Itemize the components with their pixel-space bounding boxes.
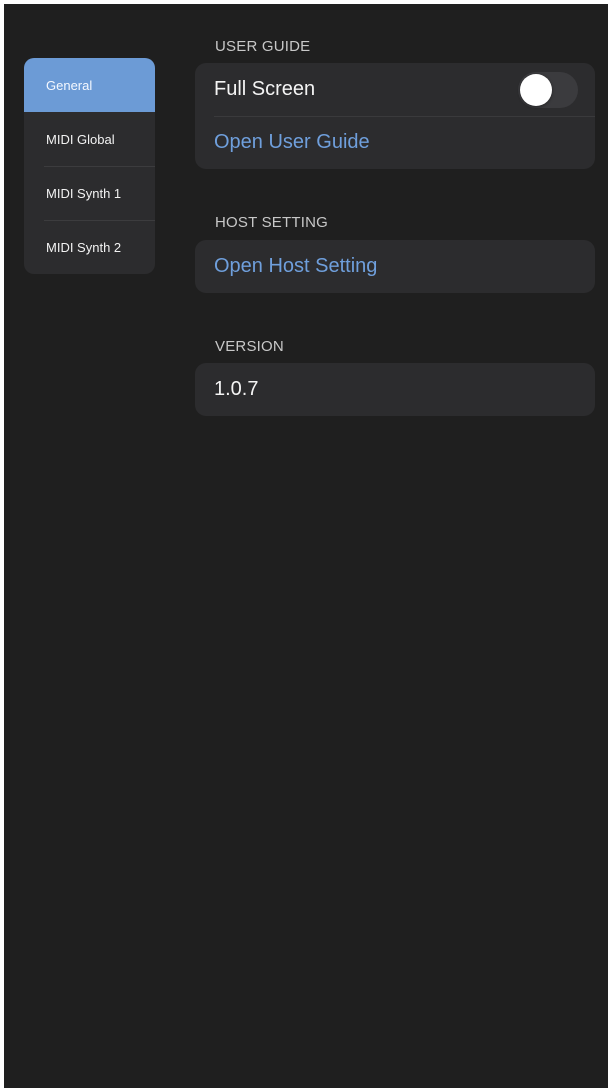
host-setting-group: Open Host Setting bbox=[195, 240, 595, 293]
version-group: 1.0.7 bbox=[195, 363, 595, 416]
full-screen-label: Full Screen bbox=[214, 78, 316, 100]
user-guide-header: USER GUIDE bbox=[215, 38, 311, 55]
open-host-setting-link[interactable]: Open Host Setting bbox=[214, 255, 578, 278]
open-user-guide-link[interactable]: Open User Guide bbox=[214, 131, 578, 154]
sidebar-item-label: General bbox=[46, 77, 93, 93]
full-screen-row: Full Screen bbox=[195, 63, 595, 116]
sidebar-item-label: MIDI Global bbox=[46, 131, 115, 147]
sidebar: General MIDI Global MIDI Synth 1 MIDI Sy… bbox=[24, 58, 155, 274]
toggle-knob bbox=[520, 73, 552, 106]
sidebar-item-midi-synth-2[interactable]: MIDI Synth 2 bbox=[24, 220, 155, 274]
version-header: VERSION bbox=[215, 338, 284, 355]
version-row: 1.0.7 bbox=[195, 363, 595, 416]
settings-screen: General MIDI Global MIDI Synth 1 MIDI Sy… bbox=[4, 4, 608, 1088]
user-guide-group: Full Screen Open User Guide bbox=[195, 63, 595, 169]
open-user-guide-row[interactable]: Open User Guide bbox=[195, 116, 595, 169]
version-value: 1.0.7 bbox=[214, 378, 259, 400]
sidebar-item-midi-synth-1[interactable]: MIDI Synth 1 bbox=[24, 166, 155, 220]
sidebar-item-label: MIDI Synth 2 bbox=[46, 239, 122, 255]
full-screen-toggle[interactable] bbox=[518, 71, 578, 108]
sidebar-item-label: MIDI Synth 1 bbox=[46, 185, 122, 201]
open-host-setting-row[interactable]: Open Host Setting bbox=[195, 240, 595, 293]
host-setting-header: HOST SETTING bbox=[215, 214, 328, 231]
sidebar-item-general[interactable]: General bbox=[24, 58, 155, 112]
sidebar-item-midi-global[interactable]: MIDI Global bbox=[24, 112, 155, 166]
